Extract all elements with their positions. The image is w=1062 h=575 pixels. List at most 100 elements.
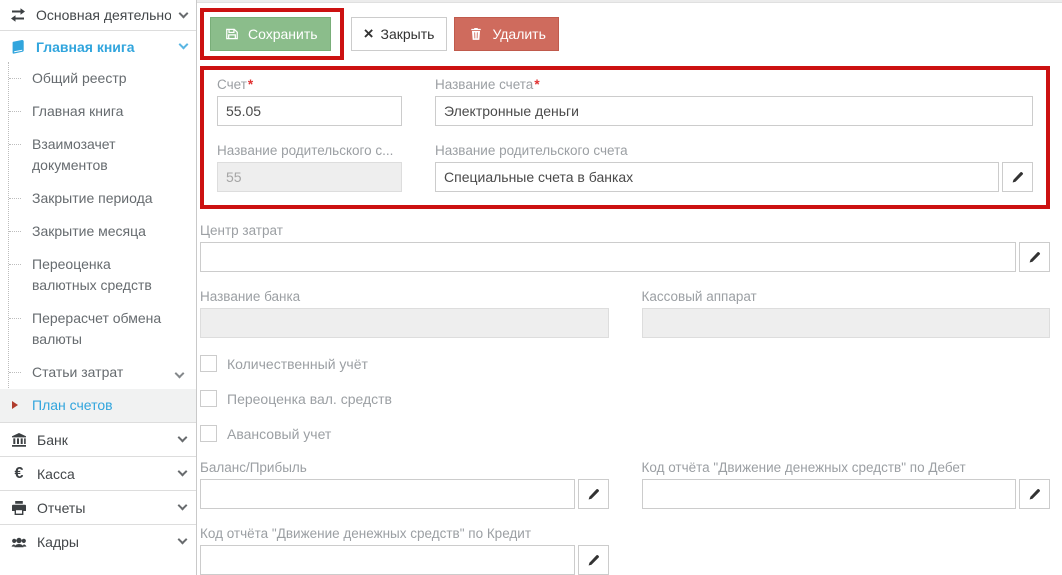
sidebar-item-cost-items[interactable]: Статьи затрат xyxy=(0,356,196,389)
balance-profit-label: Баланс/Прибыль xyxy=(200,460,609,475)
cashflow-credit-edit-button[interactable] xyxy=(578,545,609,575)
cashflow-debit-input[interactable] xyxy=(642,479,1017,509)
chevron-down-icon xyxy=(175,369,185,379)
exchange-icon xyxy=(9,7,27,23)
sidebar-group-label: Главная книга xyxy=(36,39,135,55)
quantitative-accounting-checkbox[interactable] xyxy=(200,355,217,372)
chevron-down-icon xyxy=(179,8,189,18)
cash-register-input xyxy=(642,308,1051,338)
sidebar-item-label: Кадры xyxy=(37,534,170,550)
save-button[interactable]: Сохранить xyxy=(210,17,331,51)
cashflow-debit-field: Код отчёта "Движение денежных средств" п… xyxy=(642,460,1051,509)
cost-center-field: Центр затрат xyxy=(200,223,1050,272)
parent-name-input[interactable] xyxy=(435,162,999,192)
sidebar-item-currency-revaluation[interactable]: Переоценка валютных средств xyxy=(0,248,196,302)
sidebar-item-label: Взаимозачет документов xyxy=(32,136,116,173)
sidebar-item-bank[interactable]: Банк xyxy=(0,422,196,456)
sidebar-item-label: Отчеты xyxy=(37,500,170,516)
close-button-label: Закрыть xyxy=(381,26,435,42)
checkbox-label: Переоценка вал. средств xyxy=(227,391,392,407)
sidebar-item-hr[interactable]: Кадры xyxy=(0,524,196,558)
cashflow-debit-label: Код отчёта "Движение денежных средств" п… xyxy=(642,460,1051,475)
sidebar-item-reports[interactable]: Отчеты xyxy=(0,490,196,524)
bank-row: Название банка Кассовый аппарат xyxy=(200,289,1050,338)
account-label: Счет* xyxy=(217,77,402,92)
sidebar-item-month-close[interactable]: Закрытие месяца xyxy=(0,215,196,248)
sidebar-item-exchange-recalculation[interactable]: Перерасчет обмена валюты xyxy=(0,302,196,356)
account-name-input[interactable] xyxy=(435,96,1033,126)
parent-code-label: Название родительского с... xyxy=(217,143,402,158)
sidebar-item-general-ledger[interactable]: Главная книга xyxy=(0,95,196,128)
parent-code-field: Название родительского с... xyxy=(217,143,402,192)
sidebar-bottom-sections: Банк € Касса Отчеты Кадры xyxy=(0,422,196,558)
sidebar: Основная деятельность Главная книга Общи… xyxy=(0,0,197,575)
sidebar-item-cash[interactable]: € Касса xyxy=(0,456,196,490)
sidebar-submenu: Общий реестр Главная книга Взаимозачет д… xyxy=(0,62,196,422)
floppy-icon xyxy=(223,26,241,42)
delete-button[interactable]: Удалить xyxy=(454,17,558,51)
sidebar-item-label: Статьи затрат xyxy=(32,364,123,380)
quantitative-accounting-row: Количественный учёт xyxy=(200,355,1050,372)
advance-accounting-checkbox[interactable] xyxy=(200,425,217,442)
sidebar-item-period-close[interactable]: Закрытие периода xyxy=(0,182,196,215)
sidebar-item-label: Банк xyxy=(37,432,170,448)
empty-cell xyxy=(642,526,1051,575)
chevron-down-icon xyxy=(178,501,188,511)
sidebar-item-main-activity[interactable]: Основная деятельность xyxy=(0,0,196,31)
credit-row: Код отчёта "Движение денежных средств" п… xyxy=(200,526,1050,575)
save-button-label: Сохранить xyxy=(248,26,318,42)
currency-revaluation-row: Переоценка вал. средств xyxy=(200,390,1050,407)
required-asterisk: * xyxy=(248,77,253,92)
sidebar-item-label: Главная книга xyxy=(32,103,123,119)
chevron-down-icon xyxy=(178,433,188,443)
sidebar-item-label: Перерасчет обмена валюты xyxy=(32,310,161,347)
cash-register-label: Кассовый аппарат xyxy=(642,289,1051,304)
delete-button-label: Удалить xyxy=(492,26,545,42)
parent-name-label: Название родительского счета xyxy=(435,143,1033,158)
trash-icon xyxy=(467,26,485,42)
x-icon: × xyxy=(364,25,374,42)
parent-code-input xyxy=(217,162,402,192)
close-button[interactable]: × Закрыть xyxy=(351,17,448,51)
pencil-icon xyxy=(1026,486,1044,502)
cashflow-debit-edit-button[interactable] xyxy=(1019,479,1050,509)
parent-name-field: Название родительского счета xyxy=(435,143,1033,192)
sidebar-item-label: Касса xyxy=(37,466,170,482)
chevron-down-icon xyxy=(178,535,188,545)
balance-profit-input[interactable] xyxy=(200,479,575,509)
active-item-arrow-icon xyxy=(12,401,18,409)
cost-center-input[interactable] xyxy=(200,242,1016,272)
pencil-icon xyxy=(584,486,602,502)
sidebar-item-label: План счетов xyxy=(32,397,113,413)
balance-debit-row: Баланс/Прибыль Код отчёта "Движение дене… xyxy=(200,460,1050,509)
balance-profit-edit-button[interactable] xyxy=(578,479,609,509)
account-input[interactable] xyxy=(217,96,402,126)
chevron-down-icon xyxy=(179,40,189,50)
sidebar-item-document-offset[interactable]: Взаимозачет документов xyxy=(0,128,196,182)
currency-revaluation-checkbox[interactable] xyxy=(200,390,217,407)
sidebar-item-label: Основная деятельность xyxy=(36,7,171,23)
bank-name-label: Название банка xyxy=(200,289,609,304)
account-name-label: Название счета* xyxy=(435,77,1033,92)
cost-center-edit-button[interactable] xyxy=(1019,242,1050,272)
sidebar-item-label: Общий реестр xyxy=(32,70,127,86)
pencil-icon xyxy=(1009,169,1027,185)
required-asterisk: * xyxy=(534,77,539,92)
sidebar-item-general-registry[interactable]: Общий реестр xyxy=(0,62,196,95)
save-button-highlight: Сохранить xyxy=(200,8,344,60)
cashflow-credit-input[interactable] xyxy=(200,545,575,575)
bank-icon xyxy=(10,432,28,448)
sidebar-group-general-ledger[interactable]: Главная книга xyxy=(0,31,196,62)
sidebar-item-chart-of-accounts[interactable]: План счетов xyxy=(0,389,196,422)
parent-name-edit-button[interactable] xyxy=(1002,162,1033,192)
cashflow-credit-field: Код отчёта "Движение денежных средств" п… xyxy=(200,526,609,575)
form-body: Центр затрат Название банка Кассовый апп… xyxy=(197,209,1062,575)
account-name-field: Название счета* xyxy=(435,77,1033,126)
cashflow-credit-label: Код отчёта "Движение денежных средств" п… xyxy=(200,526,609,541)
pencil-icon xyxy=(584,552,602,568)
form-top-highlight: Счет* Название счета* Название родительс… xyxy=(200,66,1050,209)
cash-register-field: Кассовый аппарат xyxy=(642,289,1051,338)
users-icon xyxy=(10,534,28,550)
pencil-icon xyxy=(1026,249,1044,265)
book-icon xyxy=(9,39,27,55)
